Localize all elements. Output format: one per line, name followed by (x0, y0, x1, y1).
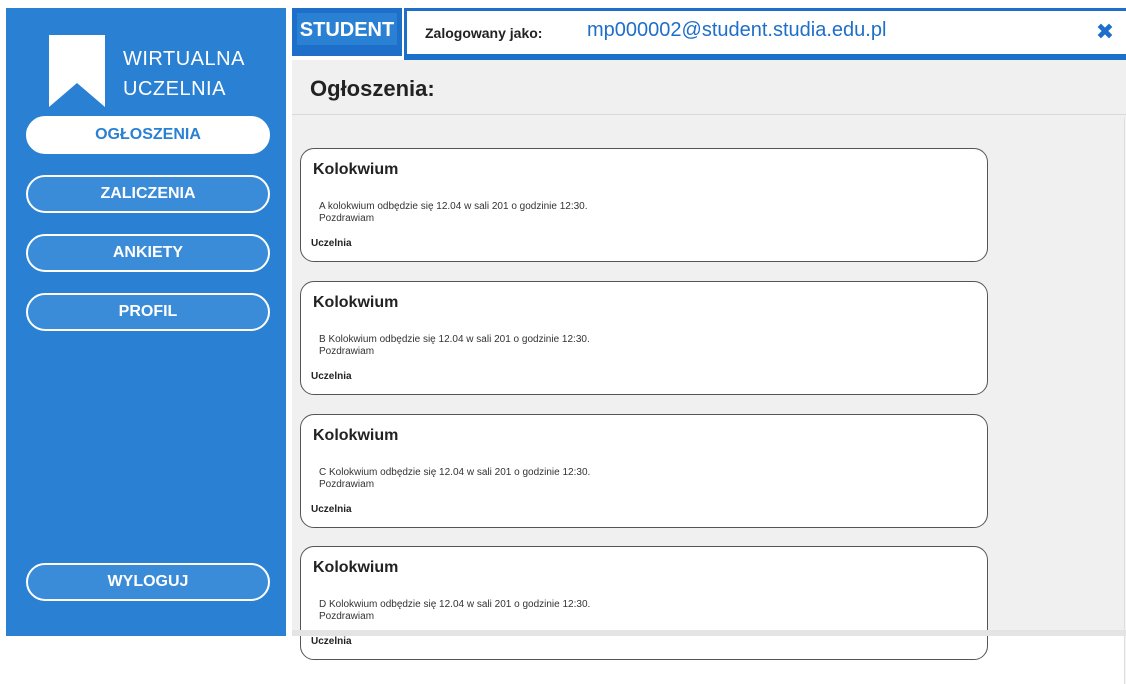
announcement-author: Uczelnia (311, 371, 352, 382)
nav-ogloszenia[interactable]: OGŁOSZENIA (26, 116, 270, 154)
nav-zaliczenia[interactable]: ZALICZENIA (26, 175, 270, 213)
logout-button[interactable]: WYLOGUJ (26, 563, 270, 601)
announcement-author: Uczelnia (311, 636, 352, 647)
announcement-body: D Kolokwium odbędzie się 12.04 w sali 20… (319, 599, 591, 622)
announcement-body: C Kolokwium odbędzie się 12.04 w sali 20… (319, 467, 591, 490)
bookmark-icon (49, 35, 105, 107)
user-email: mp000002@student.studia.edu.pl (587, 19, 887, 41)
announcement-body: B Kolokwium odbędzie się 12.04 w sali 20… (319, 334, 590, 357)
announcement-card[interactable]: Kolokwium C Kolokwium odbędzie się 12.04… (300, 414, 988, 528)
main-content: Ogłoszenia: Kolokwium A kolokwium odbędz… (292, 60, 1126, 684)
announcement-author: Uczelnia (311, 238, 352, 249)
close-icon[interactable]: ✖ (1094, 21, 1116, 43)
announcement-title: Kolokwium (313, 559, 399, 576)
logo-line-2: UCZELNIA (123, 78, 226, 100)
role-label: STUDENT (297, 13, 397, 45)
announcement-title: Kolokwium (313, 427, 399, 444)
announcement-card[interactable]: Kolokwium A kolokwium odbędzie się 12.04… (300, 148, 988, 262)
page-title: Ogłoszenia: (310, 76, 435, 101)
sidebar: WIRTUALNA UCZELNIA OGŁOSZENIA ZALICZENIA… (6, 8, 286, 636)
horizontal-scrollbar[interactable] (292, 630, 1126, 636)
logged-in-label: Zalogowany jako: (425, 25, 543, 41)
announcement-title: Kolokwium (313, 294, 399, 311)
announcement-body: A kolokwium odbędzie się 12.04 w sali 20… (319, 201, 588, 224)
login-bar: Zalogowany jako: mp000002@student.studia… (404, 8, 1126, 60)
announcement-card[interactable]: Kolokwium B Kolokwium odbędzie się 12.04… (300, 281, 988, 395)
logo-line-1: WIRTUALNA (123, 48, 245, 70)
announcement-card[interactable]: Kolokwium D Kolokwium odbędzie się 12.04… (300, 546, 988, 660)
nav-ankiety[interactable]: ANKIETY (26, 234, 270, 272)
divider (292, 114, 1126, 115)
announcement-title: Kolokwium (313, 161, 399, 178)
nav-profil[interactable]: PROFIL (26, 293, 270, 331)
app-logo-text: WIRTUALNA UCZELNIA (123, 44, 245, 104)
announcement-author: Uczelnia (311, 504, 352, 515)
role-badge: STUDENT (292, 8, 402, 56)
